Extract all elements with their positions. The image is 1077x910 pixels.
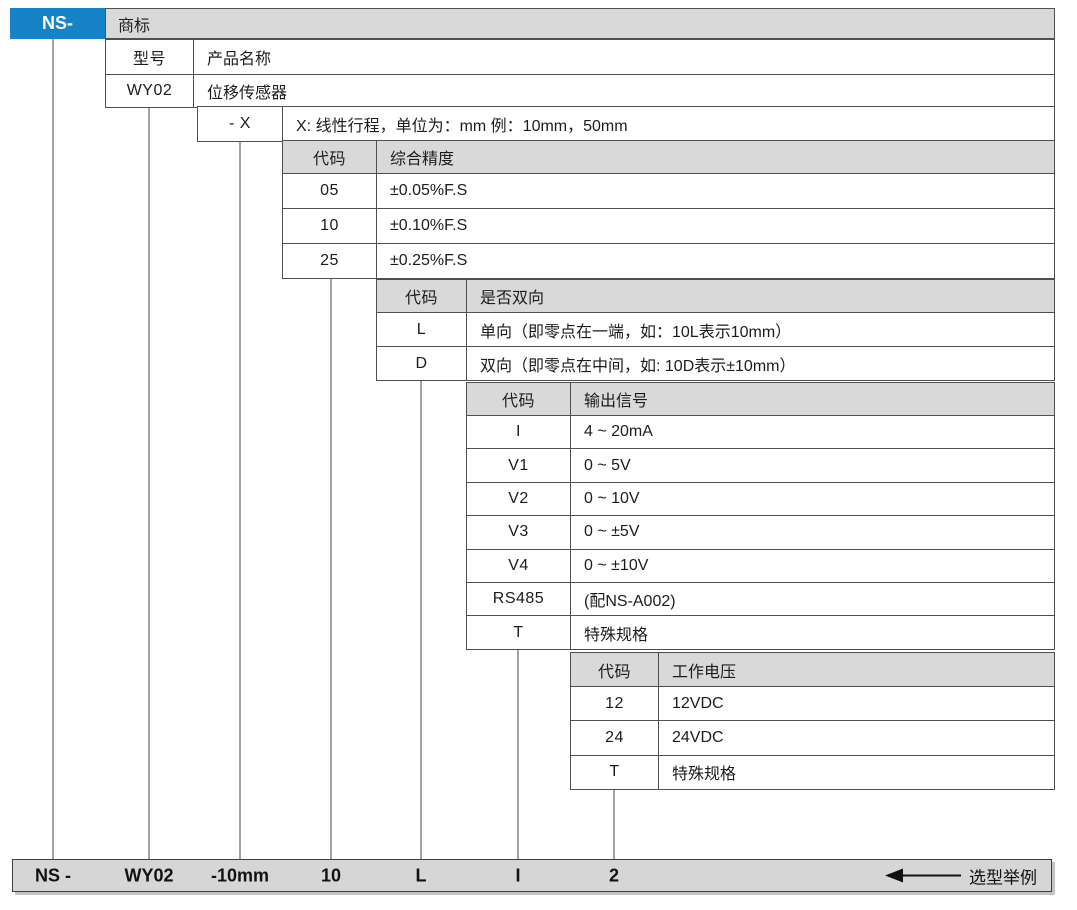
- connector-line: [239, 140, 241, 859]
- trademark-row: 商标: [105, 8, 1055, 39]
- code-cell: V2: [467, 483, 571, 515]
- table-row: 型号产品名称: [106, 40, 1054, 74]
- table-row: D双向（即零点在中间，如: 10D表示±10mm）: [377, 346, 1054, 380]
- value-cell: 特殊规格: [659, 756, 1054, 789]
- value-cell: 位移传感器: [194, 75, 1054, 108]
- value-cell: 0 ~ 5V: [571, 449, 1054, 481]
- code-cell: I: [467, 416, 571, 448]
- arrow-left-icon: [885, 869, 903, 883]
- value-cell: 产品名称: [194, 40, 1054, 74]
- code-cell: T: [467, 616, 571, 648]
- value-cell: 24VDC: [659, 721, 1054, 754]
- example-bar: NS - WY02 -10mm 10 L I 2 选型举例: [12, 859, 1052, 892]
- code-cell: D: [377, 347, 467, 380]
- value-cell: 特殊规格: [571, 616, 1054, 648]
- value-cell: 双向（即零点在中间，如: 10D表示±10mm）: [467, 347, 1054, 380]
- arrow-tail-line: [903, 874, 961, 877]
- table-header-row: 代码工作电压: [571, 653, 1054, 686]
- table-row: 2424VDC: [571, 720, 1054, 754]
- code-cell: V3: [467, 516, 571, 548]
- table-row: WY02位移传感器: [106, 74, 1054, 108]
- value-cell: 12VDC: [659, 687, 1054, 720]
- code-cell: L: [377, 313, 467, 346]
- table-row: V40 ~ ±10V: [467, 549, 1054, 582]
- code-header-cell: 代码: [377, 280, 467, 312]
- accuracy-table: 代码综合精度05±0.05%F.S10±0.10%F.S25±0.25%F.S: [282, 140, 1055, 279]
- code-cell: 12: [571, 687, 659, 720]
- table-row: 1212VDC: [571, 686, 1054, 720]
- example-bar-segment: L: [416, 865, 427, 886]
- example-arrow-label: 选型举例: [969, 863, 1037, 888]
- stroke-desc-cell: X: 线性行程，单位为：mm 例：10mm，50mm: [283, 107, 1054, 141]
- table-row: V10 ~ 5V: [467, 448, 1054, 481]
- example-arrow: 选型举例: [885, 863, 1037, 888]
- table-row: T特殊规格: [571, 755, 1054, 789]
- value-cell: ±0.25%F.S: [377, 244, 1054, 278]
- code-header-cell: 代码: [571, 653, 659, 686]
- table-row: L单向（即零点在一端，如：10L表示10mm）: [377, 312, 1054, 346]
- example-bar-segment: 2: [609, 865, 619, 886]
- value-header-cell: 综合精度: [377, 141, 1054, 173]
- value-cell: 0 ~ ±5V: [571, 516, 1054, 548]
- value-cell: 0 ~ 10V: [571, 483, 1054, 515]
- value-header-cell: 工作电压: [659, 653, 1054, 686]
- code-cell: V4: [467, 550, 571, 582]
- code-header-cell: 代码: [467, 383, 571, 415]
- value-header-cell: 是否双向: [467, 280, 1054, 312]
- table-header-row: 代码综合精度: [283, 141, 1054, 173]
- value-header-cell: 输出信号: [571, 383, 1054, 415]
- stroke-code-cell: - X: [198, 107, 283, 141]
- code-cell: V1: [467, 449, 571, 481]
- stroke-table-row: - X X: 线性行程，单位为：mm 例：10mm，50mm: [198, 107, 1054, 141]
- connector-line: [52, 39, 54, 859]
- table-row: I4 ~ 20mA: [467, 415, 1054, 448]
- table-row: 05±0.05%F.S: [283, 173, 1054, 208]
- example-bar-segment: -10mm: [211, 865, 269, 886]
- table-row: RS485(配NS-A002): [467, 582, 1054, 615]
- connector-line: [517, 648, 519, 859]
- output-signal-table: 代码输出信号I4 ~ 20mAV10 ~ 5VV20 ~ 10VV30 ~ ±5…: [466, 382, 1055, 650]
- code-cell: 10: [283, 209, 377, 243]
- value-cell: 0 ~ ±10V: [571, 550, 1054, 582]
- table-row: 25±0.25%F.S: [283, 243, 1054, 278]
- table-header-row: 代码输出信号: [467, 383, 1054, 415]
- code-cell: 型号: [106, 40, 194, 74]
- example-bar-segment: 10: [321, 865, 341, 886]
- connector-line: [148, 106, 150, 859]
- trademark-label: 商标: [118, 12, 150, 36]
- value-cell: ±0.10%F.S: [377, 209, 1054, 243]
- code-cell: T: [571, 756, 659, 789]
- value-cell: 单向（即零点在一端，如：10L表示10mm）: [467, 313, 1054, 346]
- code-cell: WY02: [106, 75, 194, 108]
- voltage-table: 代码工作电压1212VDC2424VDCT特殊规格: [570, 652, 1055, 790]
- code-cell: 24: [571, 721, 659, 754]
- value-cell: 4 ~ 20mA: [571, 416, 1054, 448]
- connector-line: [330, 277, 332, 859]
- connector-line: [420, 379, 422, 859]
- table-row: T特殊规格: [467, 615, 1054, 648]
- stroke-row: - X X: 线性行程，单位为：mm 例：10mm，50mm: [197, 106, 1055, 142]
- code-cell: RS485: [467, 583, 571, 615]
- value-cell: (配NS-A002): [571, 583, 1054, 615]
- brand-prefix-cell: NS-: [10, 8, 105, 39]
- code-header-cell: 代码: [283, 141, 377, 173]
- code-cell: 05: [283, 174, 377, 208]
- direction-table: 代码是否双向L单向（即零点在一端，如：10L表示10mm）D双向（即零点在中间，…: [376, 279, 1055, 381]
- table-row: 10±0.10%F.S: [283, 208, 1054, 243]
- table-row: V30 ~ ±5V: [467, 515, 1054, 548]
- model-selection-diagram: NS- 商标 型号产品名称WY02位移传感器 - X X: 线性行程，单位为：m…: [0, 0, 1077, 910]
- connector-line: [613, 788, 615, 859]
- table-row: V20 ~ 10V: [467, 482, 1054, 515]
- example-bar-segment: NS -: [35, 865, 71, 886]
- example-bar-segment: I: [515, 865, 520, 886]
- model-table: 型号产品名称WY02位移传感器: [105, 39, 1055, 108]
- value-cell: ±0.05%F.S: [377, 174, 1054, 208]
- example-bar-segment: WY02: [124, 865, 173, 886]
- table-header-row: 代码是否双向: [377, 280, 1054, 312]
- code-cell: 25: [283, 244, 377, 278]
